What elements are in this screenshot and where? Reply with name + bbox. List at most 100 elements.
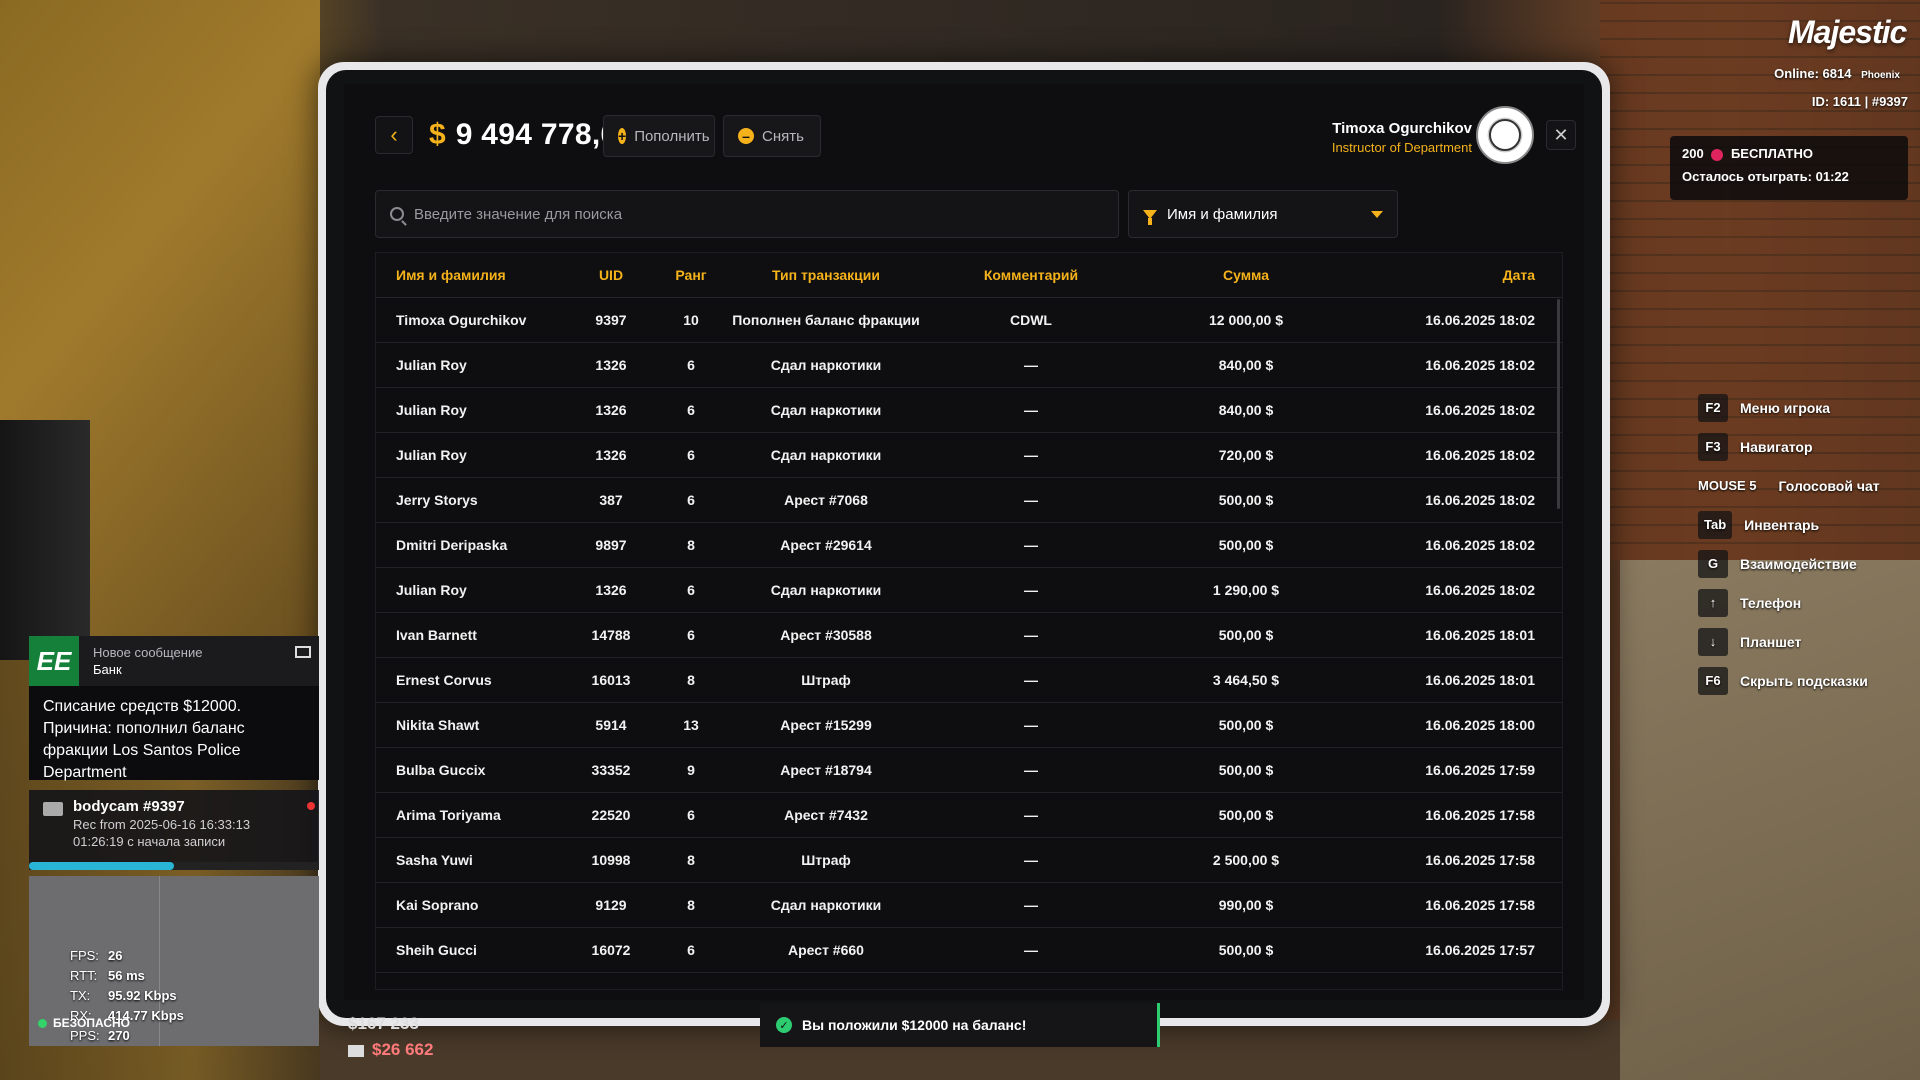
cell-rank: 9	[687, 762, 695, 778]
bodycam-widget: bodycam #9397 Rec from 2025-06-16 16:33:…	[29, 790, 319, 870]
table-scrollbar[interactable]	[1557, 299, 1560, 509]
cell-amount: 840,00 $	[1218, 357, 1274, 373]
cell-date: 16.06.2025 18:02	[1425, 447, 1535, 463]
column-header-uid[interactable]: UID	[561, 267, 661, 283]
bodycam-rec-from: Rec from 2025-06-16 16:33:13	[73, 817, 251, 832]
cell-date: 16.06.2025 18:02	[1425, 312, 1535, 328]
cell-uid: 9129	[595, 897, 627, 913]
cell-date: 16.06.2025 18:02	[1425, 492, 1535, 508]
cell-rank: 8	[687, 852, 695, 868]
search-box[interactable]	[375, 190, 1119, 238]
cell-name: Julian Roy	[396, 357, 467, 373]
filter-select[interactable]: Имя и фамилия	[1128, 190, 1398, 238]
table-row[interactable]: Kai Soprano 9129 8 Сдал наркотики — 990,00 $ 1…	[376, 883, 1562, 928]
cell-comment: —	[1024, 672, 1038, 688]
table-row[interactable]: Ernest Corvus 16013 8 Штраф — 3 464,50 $ 16.06…	[376, 658, 1562, 703]
cell-comment: —	[1024, 717, 1038, 733]
column-header-amount[interactable]: Сумма	[1131, 267, 1361, 283]
hotkey-label: Навигатор	[1740, 438, 1813, 455]
table-row[interactable]: Timoxa Ogurchikov 9397 10 Пополнен баланс ф…	[376, 298, 1562, 343]
hotkey-key: F6	[1698, 666, 1728, 695]
coin-icon	[1711, 148, 1724, 161]
cell-amount: 990,00 $	[1218, 897, 1274, 913]
department-emblem-icon	[1476, 106, 1534, 164]
background-shadow	[0, 420, 90, 660]
chevron-down-icon	[1371, 210, 1383, 218]
cell-rank: 13	[683, 717, 699, 733]
camera-icon	[43, 802, 63, 816]
cell-name: Julian Roy	[396, 402, 467, 418]
column-header-comment[interactable]: Комментарий	[931, 267, 1131, 283]
bodycam-title: bodycam #9397	[73, 798, 185, 815]
cell-name: Sasha Yuwi	[396, 852, 473, 868]
search-input[interactable]	[414, 205, 1094, 223]
cell-rank: 8	[687, 897, 695, 913]
hotkey-label: Планшет	[1740, 633, 1802, 650]
table-row[interactable]: Julian Roy 1326 6 Сдал наркотики — 840,00 $ 16…	[376, 343, 1562, 388]
promo-left-time: 01:22	[1815, 169, 1849, 184]
cell-date: 16.06.2025 18:00	[1425, 717, 1535, 733]
table-row[interactable]: Dmitri Deripaska 9897 8 Арест #29614 — 500,00…	[376, 523, 1562, 568]
cell-amount: 500,00 $	[1218, 627, 1274, 643]
table-row[interactable]: Arima Toriyama 22520 6 Арест #7432 — 500,00 $…	[376, 793, 1562, 838]
cell-amount: 500,00 $	[1218, 942, 1274, 958]
cell-amount: 500,00 $	[1218, 492, 1274, 508]
cell-amount: 2 500,00 $	[1212, 852, 1280, 868]
cell-date: 16.06.2025 17:58	[1425, 897, 1535, 913]
cell-amount: 840,00 $	[1218, 402, 1274, 418]
hotkey-hint: MOUSE 5 Голосовой чат	[1698, 466, 1880, 505]
column-header-type[interactable]: Тип транзакции	[721, 267, 931, 283]
cell-amount: 12 000,00 $	[1209, 312, 1283, 328]
back-button[interactable]: ‹	[375, 116, 413, 154]
table-row[interactable]: Nikita Shawt 5914 13 Арест #15299 — 500,00 $ 1…	[376, 703, 1562, 748]
deposit-label: Пополнить	[634, 127, 710, 145]
cell-type: Арест #30588	[780, 627, 872, 643]
cell-comment: —	[1024, 447, 1038, 463]
hotkey-label: Взаимодействие	[1740, 555, 1857, 572]
cell-uid: 10998	[591, 852, 631, 868]
table-row[interactable]: Bulba Guccix 33352 9 Арест #18794 — 500,00 $ 1…	[376, 748, 1562, 793]
cell-date: 16.06.2025 18:02	[1425, 537, 1535, 553]
notification-body: Списание средств $12000. Причина: пополн…	[43, 698, 245, 781]
cell-rank: 8	[687, 672, 695, 688]
cell-name: Julian Roy	[396, 447, 467, 463]
hotkey-key: ↑	[1698, 588, 1728, 617]
table-row[interactable]: Sasha Yuwi 10998 8 Штраф — 2 500,00 $ 16.06.20…	[376, 838, 1562, 883]
bodycam-progress	[29, 862, 319, 870]
cell-type: Арест #29614	[780, 537, 872, 553]
cell-comment: —	[1024, 537, 1038, 553]
minus-circle-icon: –	[738, 128, 754, 144]
hotkey-hint: ↑ Телефон	[1698, 583, 1880, 622]
table-row[interactable]: Julian Roy 1326 6 Сдал наркотики — 840,00 $ 16…	[376, 388, 1562, 433]
hotkey-hint: F2 Меню игрока	[1698, 388, 1880, 427]
cell-uid: 9397	[595, 312, 627, 328]
user-name: Timoxa Ogurchikov	[1332, 120, 1472, 137]
table-row[interactable]: Julian Roy 1326 6 Сдал наркотики — 1 290,00 $…	[376, 568, 1562, 613]
hotkey-key: MOUSE 5	[1698, 478, 1757, 493]
column-header-name[interactable]: Имя и фамилия	[376, 267, 561, 283]
cell-name: Julian Roy	[396, 582, 467, 598]
bodycam-progress-fill	[29, 862, 174, 870]
cell-rank: 6	[687, 582, 695, 598]
rtt-label: RTT:	[70, 968, 98, 983]
fps-label: FPS:	[70, 948, 99, 963]
cell-rank: 6	[687, 402, 695, 418]
table-row[interactable]: Ivan Barnett 14788 6 Арест #30588 — 500,00 $ 1…	[376, 613, 1562, 658]
cell-uid: 16072	[591, 942, 631, 958]
bank-tablet: ‹ $ 9 494 778,60 + Пополнить – Снять Tim…	[318, 62, 1610, 1026]
hotkey-key: G	[1698, 549, 1728, 578]
bank-app-icon: EE	[29, 636, 79, 686]
table-row[interactable]: Sheih Gucci 16072 6 Арест #660 — 500,00 $ 16.0…	[376, 928, 1562, 973]
online-label: Online:	[1774, 66, 1819, 81]
close-button[interactable]: ✕	[1546, 120, 1576, 150]
table-row[interactable]: Jerry Storys 387 6 Арест #7068 — 500,00 $ 16.0…	[376, 478, 1562, 523]
cell-rank: 6	[687, 627, 695, 643]
cell-amount: 500,00 $	[1218, 717, 1274, 733]
withdraw-button[interactable]: – Снять	[723, 115, 821, 157]
column-header-date[interactable]: Дата	[1361, 267, 1549, 283]
column-header-rank[interactable]: Ранг	[661, 267, 721, 283]
cell-uid: 14788	[591, 627, 631, 643]
deposit-button[interactable]: + Пополнить	[603, 115, 715, 157]
table-row[interactable]: Julian Roy 1326 6 Сдал наркотики — 720,00 $ 16…	[376, 433, 1562, 478]
online-counter: Online: 6814 Phoenix	[1774, 66, 1900, 81]
